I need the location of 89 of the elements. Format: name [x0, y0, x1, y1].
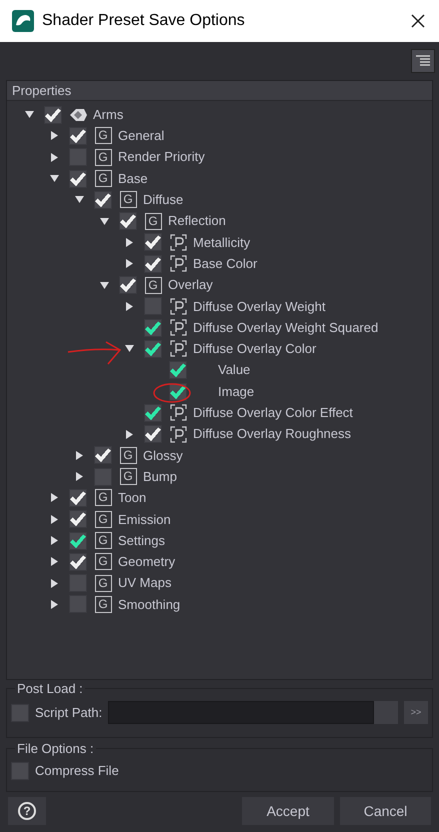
expanded-arrow-icon[interactable]: [50, 175, 59, 182]
checkbox[interactable]: [69, 148, 87, 166]
tree-item-label[interactable]: Overlay: [168, 275, 213, 295]
field-label: Script Path:: [35, 704, 102, 722]
checkbox[interactable]: [144, 297, 162, 316]
property-icon: [170, 234, 186, 251]
tree-item-label[interactable]: Metallicity: [193, 232, 250, 252]
group-icon: G: [94, 510, 112, 528]
checkbox[interactable]: [69, 595, 87, 614]
tree-item-label[interactable]: Render Priority: [118, 147, 205, 167]
group-icon: G: [94, 532, 112, 550]
property-icon: [170, 426, 186, 443]
tree-item-label[interactable]: Diffuse Overlay Weight Squared: [193, 318, 378, 338]
group-icon: G: [94, 489, 112, 506]
group-icon: G: [94, 170, 112, 188]
collapsed-arrow-icon[interactable]: [51, 493, 58, 502]
tree-item-label[interactable]: Geometry: [118, 552, 176, 572]
group-title: File Options :: [15, 741, 96, 757]
collapsed-arrow-icon[interactable]: [126, 238, 133, 247]
properties-header: Properties: [7, 81, 432, 101]
menu-button[interactable]: [411, 49, 435, 73]
tree-item-label[interactable]: Diffuse Overlay Roughness: [193, 424, 352, 444]
tree-item-label[interactable]: Base Color: [193, 254, 258, 274]
script-path-field[interactable]: [108, 701, 374, 724]
checkbox[interactable]: [94, 468, 112, 486]
checkbox[interactable]: [69, 574, 87, 592]
annotation-circle: [152, 382, 192, 404]
collapsed-arrow-icon[interactable]: [126, 302, 133, 311]
checkbox-label: Compress File: [35, 762, 119, 780]
tree-item-label[interactable]: Value: [218, 360, 250, 380]
object-icon: [68, 106, 88, 123]
expanded-arrow-icon[interactable]: [25, 111, 34, 118]
group-icon: G: [120, 446, 136, 464]
group-icon: G: [144, 212, 162, 230]
expanded-arrow-icon[interactable]: [125, 345, 134, 352]
group-icon: G: [94, 553, 112, 570]
menu-icon: [416, 55, 430, 67]
tree-item-label[interactable]: Diffuse Overlay Color: [193, 339, 316, 359]
collapsed-arrow-icon[interactable]: [76, 472, 83, 482]
tree-item-label[interactable]: UV Maps: [118, 573, 172, 593]
expanded-arrow-icon[interactable]: [100, 282, 109, 289]
window-title: Shader Preset Save Options: [42, 11, 245, 31]
collapsed-arrow-icon[interactable]: [51, 557, 58, 566]
collapsed-arrow-icon[interactable]: [126, 430, 133, 439]
tree-item-label[interactable]: Bump: [143, 466, 177, 486]
collapsed-arrow-icon[interactable]: [51, 536, 58, 546]
tree-item-label[interactable]: Arms: [93, 104, 124, 124]
tree-item-label[interactable]: Smoothing: [118, 594, 180, 614]
tree-item-label[interactable]: Toon: [118, 488, 146, 508]
close-icon[interactable]: [411, 14, 425, 28]
property-icon: [170, 404, 186, 422]
cancel-button[interactable]: Cancel: [340, 797, 431, 825]
expanded-arrow-icon[interactable]: [75, 196, 84, 204]
group-icon: G: [94, 574, 112, 592]
expanded-arrow-icon[interactable]: [100, 218, 109, 225]
collapsed-arrow-icon[interactable]: [51, 600, 58, 609]
annotation-arrow: [66, 340, 124, 366]
tree-item-label[interactable]: Glossy: [143, 446, 183, 466]
group-icon: G: [120, 468, 136, 486]
group-icon: G: [120, 191, 136, 208]
tree-item-label[interactable]: Settings: [118, 530, 165, 550]
tree-item-label[interactable]: Emission: [118, 510, 171, 530]
group-icon: G: [94, 148, 112, 166]
app-logo-icon: [12, 10, 34, 32]
tree-item-label[interactable]: Image: [218, 382, 254, 402]
collapsed-arrow-icon[interactable]: [51, 578, 58, 588]
collapsed-arrow-icon[interactable]: [51, 514, 58, 524]
browse-button[interactable]: >>: [404, 701, 428, 724]
tree-item-label[interactable]: Reflection: [168, 211, 226, 231]
accept-button[interactable]: Accept: [242, 797, 334, 825]
group-icon: G: [94, 127, 112, 144]
tree-item-label[interactable]: Diffuse: [143, 190, 184, 210]
group-icon: G: [94, 596, 112, 613]
checkbox[interactable]: [11, 704, 29, 722]
property-icon: [170, 319, 186, 336]
property-icon: [170, 298, 186, 315]
tree-item-label[interactable]: Base: [118, 168, 148, 188]
collapsed-arrow-icon[interactable]: [51, 131, 58, 140]
group-icon: G: [144, 276, 162, 294]
tree-item-label[interactable]: Diffuse Overlay Weight: [193, 296, 326, 316]
tree-item-label[interactable]: General: [118, 126, 164, 146]
tree-item-label[interactable]: Diffuse Overlay Color Effect: [193, 403, 353, 423]
checkbox[interactable]: [11, 762, 29, 780]
property-icon: [170, 340, 186, 358]
collapsed-arrow-icon[interactable]: [126, 259, 133, 268]
help-button[interactable]: ?: [8, 797, 46, 825]
collapsed-arrow-icon[interactable]: [76, 450, 83, 460]
property-icon: [170, 255, 186, 272]
collapsed-arrow-icon[interactable]: [51, 152, 58, 162]
